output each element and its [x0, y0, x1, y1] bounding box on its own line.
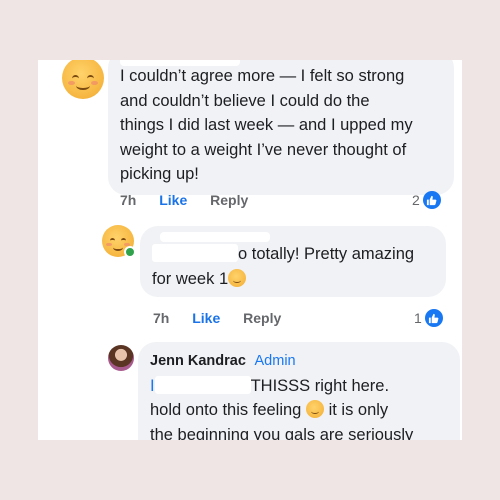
- reaction-count: 1: [414, 310, 422, 326]
- thumbs-up-icon: [422, 191, 441, 209]
- slightly-smiling-face-icon: [305, 400, 324, 418]
- smiling-face-icon[interactable]: [62, 60, 104, 99]
- comment-bubble: o totally! Pretty amazing for week 1: [140, 226, 446, 297]
- comment-text-line: and couldn’t believe I could do the: [120, 91, 370, 110]
- redacted-author-name: [120, 60, 240, 66]
- comment-text-line: o totally! Pretty amazing: [152, 242, 434, 267]
- redacted-author-name: [160, 232, 270, 242]
- comment-text-line: I couldn’t agree more — I felt so strong: [120, 67, 405, 85]
- comment-text-line: for week 1: [152, 267, 434, 292]
- comment-text-line: things I did last week — and I upped my: [120, 116, 413, 134]
- comment-actions: 7h Like Reply: [120, 192, 267, 208]
- avatar[interactable]: [108, 345, 134, 371]
- reply-button[interactable]: Reply: [243, 310, 281, 326]
- comment-thread: I couldn’t agree more — I felt so strong…: [38, 60, 462, 440]
- comment-actions: 7h Like Reply: [153, 310, 300, 326]
- redacted-mention: [154, 375, 251, 394]
- comment-bubble: Jenn Kandrac Admin I THISSS right here. h…: [138, 342, 460, 440]
- comment-text-line: weight to a weight I’ve never thought of: [120, 140, 407, 159]
- comment-text-line: hold onto this feeling it is only: [150, 400, 389, 419]
- comment-timestamp: 7h: [153, 310, 170, 326]
- redacted-mention: [152, 244, 238, 262]
- thumbs-up-icon: [424, 309, 443, 327]
- comment-text-line: I THISSS right here.: [150, 375, 390, 395]
- online-status-indicator: [124, 246, 136, 258]
- star-struck-emoji: [228, 268, 247, 287]
- reaction-summary[interactable]: 1: [414, 309, 443, 327]
- comment-timestamp: 7h: [120, 192, 137, 208]
- comment-text-line: the beginning you gals are seriously: [150, 425, 414, 441]
- like-button[interactable]: Like: [159, 192, 187, 208]
- reaction-summary[interactable]: 2: [412, 191, 441, 209]
- reply-button[interactable]: Reply: [210, 192, 248, 208]
- like-button[interactable]: Like: [192, 310, 220, 326]
- reaction-count: 2: [412, 192, 420, 208]
- comment-text-line: picking up!: [120, 165, 199, 183]
- admin-badge: Admin: [254, 353, 296, 369]
- comment-author[interactable]: Jenn Kandrac: [150, 353, 246, 369]
- comment-bubble: I couldn’t agree more — I felt so strong…: [108, 60, 454, 195]
